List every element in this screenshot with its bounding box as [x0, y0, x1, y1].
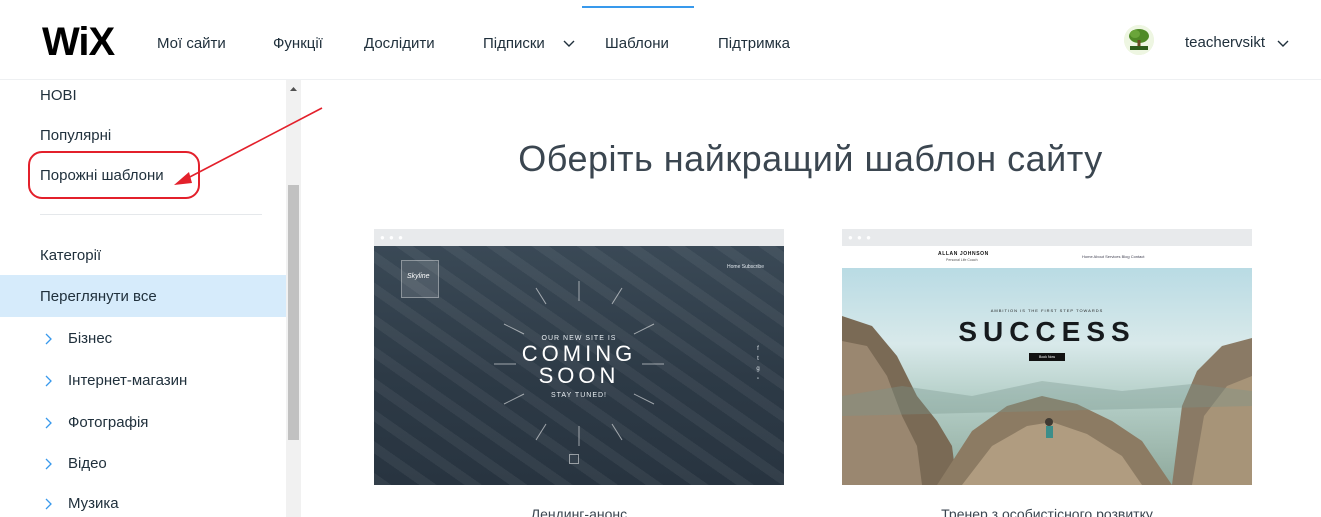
nav-subscriptions[interactable]: Підписки	[483, 35, 545, 53]
nav-support[interactable]: Підтримка	[718, 35, 790, 53]
browser-bar: ● ● ●	[842, 229, 1252, 246]
chevron-down-icon[interactable]	[1276, 36, 1290, 50]
page-title: Оберіть найкращий шаблон сайту	[518, 138, 1103, 179]
template-preview-image[interactable]: Skyline Home Subscribe OUR NEW SITE IS C…	[374, 246, 784, 485]
nav-features[interactable]: Функції	[273, 35, 323, 53]
mountain-cliffs-image	[842, 316, 1252, 485]
sidebar-item-popular[interactable]: Популярні	[40, 127, 111, 144]
scroll-down-icon	[569, 454, 579, 464]
template-card-landing[interactable]: ● ● ● Skyline Home Subscribe OUR NEW SIT…	[374, 229, 784, 485]
sidebar-divider	[40, 214, 262, 215]
tree-logo-icon	[1124, 25, 1154, 55]
browser-bar: ● ● ●	[374, 229, 784, 246]
template-nav: Home Subscribe	[727, 264, 764, 270]
template-caption-landing[interactable]: Лендинг-анонс	[374, 506, 784, 517]
template-heading-line1: COMING	[521, 341, 637, 366]
category-photography[interactable]: Фотографія	[68, 414, 148, 431]
category-business[interactable]: Бізнес	[68, 330, 112, 347]
template-card-life-coach[interactable]: ● ● ● ALLAN JOHNSON Personal Life Coach …	[842, 229, 1252, 485]
template-tagline: AMBITION IS THE FIRST STEP TOWARDS	[990, 308, 1104, 313]
chevron-right-icon[interactable]	[44, 332, 54, 346]
chevron-down-icon[interactable]	[562, 36, 576, 50]
sidebar-item-blank-templates[interactable]: Порожні шаблони	[40, 167, 164, 184]
scroll-up-arrow-icon[interactable]	[286, 82, 301, 96]
user-name[interactable]: teachervsikt	[1185, 34, 1265, 51]
active-tab-indicator	[582, 6, 694, 8]
template-tagline: STAY TUNED!	[551, 392, 607, 399]
social-icons: f t g ▫	[756, 346, 760, 382]
template-book-button: Book Now	[1029, 353, 1065, 361]
category-music[interactable]: Музика	[68, 495, 119, 512]
wix-logo[interactable]: WiX	[42, 22, 115, 62]
category-online-store[interactable]: Інтернет-магазин	[68, 372, 187, 389]
chevron-right-icon[interactable]	[44, 497, 54, 511]
categories-heading: Категорії	[40, 247, 102, 264]
template-heading: SUCCESS	[958, 316, 1136, 347]
scrollbar-thumb[interactable]	[288, 185, 299, 440]
nav-my-sites[interactable]: Мої сайти	[157, 35, 226, 53]
template-preview-image[interactable]: ALLAN JOHNSON Personal Life Coach Home A…	[842, 246, 1252, 485]
template-caption-life-coach[interactable]: Тренер з особистісного розвитку	[842, 506, 1252, 517]
avatar[interactable]	[1124, 25, 1154, 55]
nav-explore[interactable]: Дослідити	[364, 35, 435, 53]
sidebar-item-new[interactable]: НОВІ	[40, 87, 77, 104]
template-logo: Skyline	[401, 260, 439, 298]
category-video[interactable]: Відео	[68, 455, 107, 472]
window-dots-icon: ● ● ●	[848, 233, 872, 242]
window-dots-icon: ● ● ●	[380, 233, 404, 242]
chevron-right-icon[interactable]	[44, 374, 54, 388]
template-heading-line2: SOON	[538, 363, 620, 388]
sidebar-item-view-all-label[interactable]: Переглянути все	[40, 288, 157, 305]
chevron-right-icon[interactable]	[44, 457, 54, 471]
top-header: WiX Мої сайти Функції Дослідити Підписки…	[0, 0, 1321, 80]
chevron-right-icon[interactable]	[44, 416, 54, 430]
nav-templates[interactable]: Шаблони	[605, 35, 669, 53]
